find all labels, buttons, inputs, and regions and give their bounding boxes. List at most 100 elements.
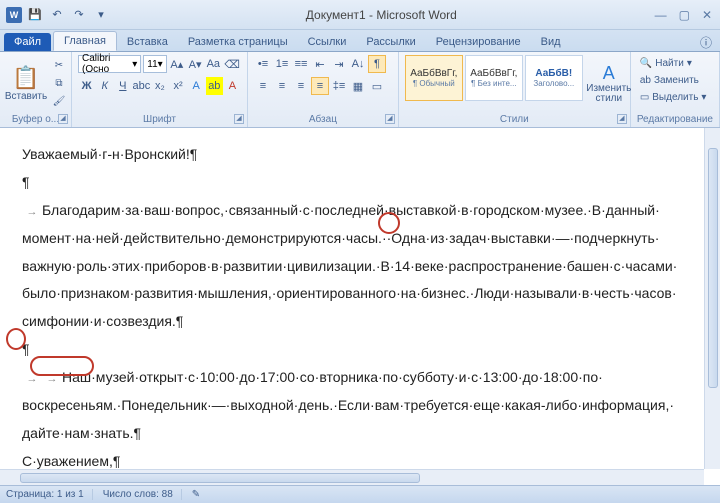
styles-dialog-launcher[interactable]: ◢ [617,114,627,124]
clear-format-icon[interactable]: ⌫ [223,55,241,73]
align-center-icon[interactable]: ≡ [273,77,291,95]
show-marks-icon[interactable]: ¶ [368,55,386,73]
select-label: Выделить [652,92,698,103]
group-clipboard-label: Буфер о... [6,112,65,125]
ribbon-minimize-icon[interactable]: ⓘ [700,34,712,51]
paste-label: Вставить [5,91,47,102]
para-empty-2[interactable]: ¶ [22,337,698,363]
replace-button[interactable]: abЗаменить [637,72,713,88]
para-body-1b[interactable]: момент·на·ней·действительно·демонстрирую… [22,226,698,252]
strike-button[interactable]: abc [132,77,150,95]
tab-view[interactable]: Вид [531,33,571,51]
para-body-2[interactable]: →→Наш·музей·открыт·с·10:00·до·17:00·со·в… [22,365,698,391]
change-case-icon[interactable]: Aa [205,55,221,73]
multilevel-icon[interactable]: ≡≡ [292,55,310,73]
styles-gallery[interactable]: АаБбВвГг, ¶ Обычный АаБбВвГг, ¶ Без инте… [405,55,583,101]
para-greeting[interactable]: Уважаемый·г-н·Вронский!¶ [22,142,698,168]
style-normal[interactable]: АаБбВвГг, ¶ Обычный [405,55,463,101]
tab-mark: → [22,202,42,222]
tab-mailings[interactable]: Рассылки [356,33,425,51]
annotation-circle-1 [378,212,400,234]
change-styles-button[interactable]: A Изменить стили [587,55,631,111]
tab-file[interactable]: Файл [4,33,51,51]
word-app-icon: W [6,7,22,23]
highlight-icon[interactable]: ab [206,77,223,95]
shrink-font-icon[interactable]: A▾ [187,55,203,73]
status-page[interactable]: Страница: 1 из 1 [6,489,93,500]
align-right-icon[interactable]: ≡ [292,77,310,95]
font-name-combo[interactable]: Calibri (Осно ▾ [78,55,141,73]
window-title: Документ1 - Microsoft Word [110,8,653,22]
numbering-icon[interactable]: 1≡ [273,55,291,73]
align-justify-icon[interactable]: ≡ [311,77,329,95]
style-preview: АаБбВ! [535,68,572,79]
style-heading1[interactable]: АаБбВ! Заголово... [525,55,583,101]
para-body-2b[interactable]: воскресеньям.·Понедельник·—·выходной·ден… [22,393,698,419]
sort-icon[interactable]: A↓ [349,55,367,73]
para-body-1e[interactable]: симфонии·и·созвездия.¶ [22,309,698,335]
text-effects-icon[interactable]: A [188,77,205,95]
italic-button[interactable]: К [96,77,113,95]
document-body[interactable]: Уважаемый·г-н·Вронский!¶ ¶ →Благодарим·з… [0,128,720,485]
format-painter-icon[interactable]: 🖌 [50,94,68,110]
align-left-icon[interactable]: ≡ [254,77,272,95]
maximize-button[interactable]: ▢ [677,8,692,22]
font-dialog-launcher[interactable]: ◢ [234,114,244,124]
status-word-count[interactable]: Число слов: 88 [103,489,182,500]
hscroll-thumb[interactable] [20,473,420,483]
qat-dropdown-icon[interactable]: ▾ [92,6,110,24]
text-line: Наш·музей·открыт·с·10:00·до·17:00·со·вто… [62,369,603,385]
style-preview: АаБбВвГг, [470,68,517,79]
line-spacing-icon[interactable]: ‡≡ [330,77,348,95]
find-button[interactable]: 🔍Найти ▾ [637,55,713,71]
tab-review[interactable]: Рецензирование [426,33,531,51]
para-body-1d[interactable]: было·признаком·развития·мышления,·ориент… [22,281,698,307]
underline-button[interactable]: Ч [114,77,131,95]
save-icon[interactable]: 💾 [26,6,44,24]
copy-icon[interactable]: ⧉ [50,76,68,92]
window-controls: — ▢ ✕ [653,8,714,22]
clipboard-dialog-launcher[interactable]: ◢ [58,114,68,124]
font-color-icon[interactable]: A [224,77,241,95]
cut-icon[interactable]: ✂ [50,58,68,74]
para-body-1c[interactable]: важную·роль·этих·приборов·в·развитии·цив… [22,254,698,280]
tab-insert[interactable]: Вставка [117,33,178,51]
group-styles-label: Стили [405,112,624,125]
status-bar: Страница: 1 из 1 Число слов: 88 ✎ [0,485,720,503]
vscroll-thumb[interactable] [708,148,718,388]
para-body-1[interactable]: →Благодарим·за·ваш·вопрос,·связанный·с·п… [22,198,698,224]
quick-access-toolbar: W 💾 ↶ ↷ ▾ [6,6,110,24]
close-button[interactable]: ✕ [700,8,714,22]
subscript-button[interactable]: x₂ [151,77,168,95]
borders-icon[interactable]: ▭ [368,77,386,95]
group-clipboard: 📋 Вставить ✂ ⧉ 🖌 Буфер о... ◢ [0,52,72,127]
title-bar: W 💾 ↶ ↷ ▾ Документ1 - Microsoft Word — ▢… [0,0,720,30]
group-paragraph-label: Абзац [254,112,392,125]
bold-button[interactable]: Ж [78,77,95,95]
tab-home[interactable]: Главная [53,31,117,51]
document-area[interactable]: Уважаемый·г-н·Вронский!¶ ¶ →Благодарим·з… [0,128,720,485]
indent-icon[interactable]: ⇥ [330,55,348,73]
font-size-combo[interactable]: 11 ▾ [143,55,166,73]
paragraph-dialog-launcher[interactable]: ◢ [385,114,395,124]
para-body-2c[interactable]: дайте·нам·знать.¶ [22,421,698,447]
status-proofing-icon[interactable]: ✎ [192,489,200,500]
tab-references[interactable]: Ссылки [298,33,357,51]
shading-icon[interactable]: ▦ [349,77,367,95]
para-empty-1[interactable]: ¶ [22,170,698,196]
style-no-spacing[interactable]: АаБбВвГг, ¶ Без инте... [465,55,523,101]
select-button[interactable]: ▭Выделить ▾ [637,89,713,105]
bullets-icon[interactable]: •≡ [254,55,272,73]
superscript-button[interactable]: x² [170,77,187,95]
outdent-icon[interactable]: ⇤ [311,55,329,73]
style-preview: АаБбВвГг, [410,68,457,79]
grow-font-icon[interactable]: A▴ [169,55,185,73]
vertical-scrollbar[interactable] [704,128,720,469]
minimize-button[interactable]: — [653,8,669,22]
tab-page-layout[interactable]: Разметка страницы [178,33,298,51]
redo-icon[interactable]: ↷ [70,6,88,24]
horizontal-scrollbar[interactable] [0,469,704,485]
ribbon: 📋 Вставить ✂ ⧉ 🖌 Буфер о... ◢ Calibri (О… [0,52,720,128]
undo-icon[interactable]: ↶ [48,6,66,24]
paste-button[interactable]: 📋 Вставить [6,55,46,111]
